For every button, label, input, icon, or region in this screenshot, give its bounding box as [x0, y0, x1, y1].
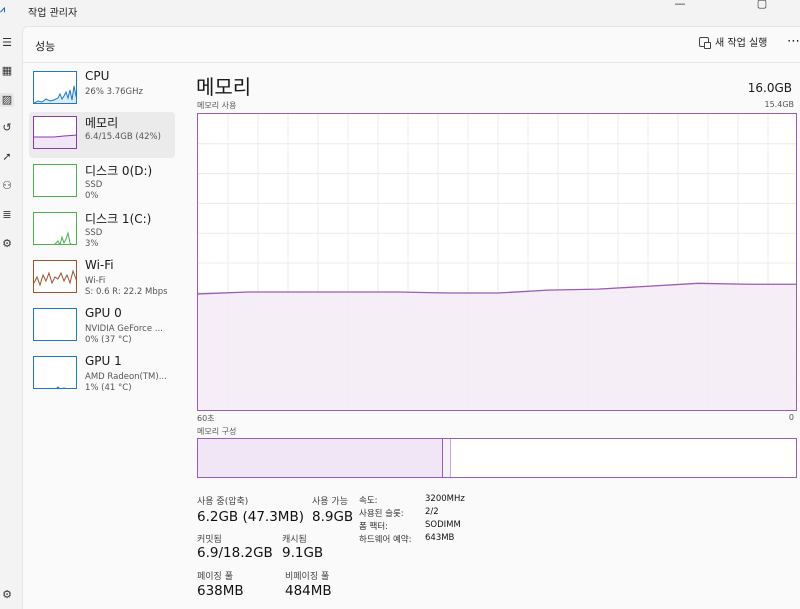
app-history-icon[interactable]: ↺: [0, 121, 14, 135]
window-title: 작업 관리자: [28, 8, 78, 19]
resource-item-wifi[interactable]: Wi-Fi Wi-Fi S: 0.6 R: 22.2 Mbps: [29, 256, 175, 302]
resource-model: NVIDIA GeForce ...: [85, 324, 163, 334]
gpu0-thumbnail: [33, 308, 77, 341]
available-label: 사용 가능: [312, 497, 348, 507]
startup-icon[interactable]: ➚: [0, 150, 14, 164]
nonpaged-pool-value: 484MB: [285, 583, 332, 599]
resource-item-gpu-0[interactable]: GPU 0 NVIDIA GeForce ... 0% (37 °C): [29, 304, 175, 350]
nonpaged-pool-label: 비페이징 풀: [285, 572, 330, 582]
wifi-thumbnail: [33, 260, 77, 293]
resource-item-cpu[interactable]: CPU 26% 3.76GHz: [29, 67, 175, 113]
memory-thumbnail-graph: [34, 134, 76, 148]
committed-label: 커밋됨: [197, 535, 222, 545]
axis-label-right: 0: [788, 413, 794, 422]
wifi-thumbnail-graph: [34, 269, 76, 287]
slots-used-label: 사용된 슬롯:: [359, 509, 404, 519]
form-factor-label: 폼 팩터:: [359, 522, 389, 532]
performance-icon[interactable]: ▨: [0, 93, 14, 107]
memory-usage-max: 15.4GB: [764, 100, 795, 109]
resource-detail: 6.4/15.4GB (42%): [85, 132, 161, 142]
memory-usage-chart: [198, 114, 796, 410]
resource-name: 디스크 0(D:): [85, 164, 153, 178]
resource-name: CPU: [85, 69, 110, 83]
resource-name: Wi-Fi: [85, 258, 114, 272]
cached-value: 9.1GB: [282, 545, 324, 561]
disk1-thumbnail: [33, 212, 77, 245]
maximize-button[interactable]: ▢: [742, 0, 782, 12]
disk1-thumbnail-graph: [54, 231, 72, 244]
details-icon[interactable]: ≣: [0, 208, 14, 222]
gpu1-thumbnail-graph: [56, 386, 67, 388]
gpu1-thumbnail: [33, 356, 77, 389]
task-manager-icon: ⩘: [0, 5, 6, 15]
header: 성능 새 작업 실행 ⋯: [23, 27, 800, 63]
speed-value: 3200MHz: [425, 494, 465, 504]
resource-throughput: S: 0.6 R: 22.2 Mbps: [85, 287, 168, 297]
paged-pool-label: 페이징 풀: [197, 572, 233, 582]
resource-name: 메모리: [85, 116, 119, 130]
cached-label: 캐시됨: [282, 535, 307, 545]
resource-type: SSD: [85, 180, 103, 190]
resource-name: GPU 0: [85, 306, 122, 320]
new-task-icon: [699, 37, 711, 49]
resource-usage: 0% (37 °C): [85, 335, 132, 345]
in-use-label: 사용 중(압축): [197, 497, 249, 507]
memory-thumbnail: [33, 116, 77, 149]
title-bar: ⩘ 작업 관리자 — ▢: [0, 0, 800, 26]
form-factor-value: SODIMM: [425, 520, 461, 530]
users-icon[interactable]: ⚇: [0, 179, 14, 193]
committed-value: 6.9/18.2GB: [197, 545, 273, 561]
nav-rail: ☰ ▦ ▨ ↺ ➚ ⚇ ≣ ⚙ ⚙: [0, 26, 22, 609]
resource-item-gpu-1[interactable]: GPU 1 AMD Radeon(TM)... 1% (41 °C): [29, 352, 175, 398]
minimize-button[interactable]: —: [660, 0, 700, 12]
paged-pool-value: 638MB: [197, 583, 244, 599]
resource-name: GPU 1: [85, 354, 122, 368]
menu-icon[interactable]: ☰: [0, 36, 14, 50]
speed-label: 속도:: [359, 496, 378, 506]
in-use-value: 6.2GB (47.3MB): [197, 509, 304, 525]
run-new-task-label: 새 작업 실행: [715, 38, 768, 49]
memory-total: 16.0GB: [747, 81, 792, 95]
more-options-button[interactable]: ⋯: [787, 34, 800, 49]
resource-type: SSD: [85, 228, 103, 238]
main-panel: 성능 새 작업 실행 ⋯ CPU 26% 3.76GHz 메모리 6.4/15.…: [22, 26, 800, 609]
memory-in-use-segment: [198, 439, 443, 477]
run-new-task-button[interactable]: 새 작업 실행: [699, 36, 767, 52]
resource-item-memory[interactable]: 메모리 6.4/15.4GB (42%): [29, 112, 175, 158]
memory-usage-graph: [197, 113, 797, 411]
hardware-reserved-label: 하드웨어 예약:: [359, 535, 412, 545]
hardware-reserved-value: 643MB: [425, 533, 455, 543]
cpu-thumbnail-graph: [34, 85, 76, 103]
disk0-thumbnail: [33, 164, 77, 197]
resource-usage: 1% (41 °C): [85, 383, 132, 393]
memory-modified-segment: [443, 439, 451, 477]
settings-icon[interactable]: ⚙: [0, 588, 14, 602]
resource-usage: 0%: [85, 191, 99, 201]
memory-composition-label: 메모리 구성: [197, 427, 237, 436]
resource-item-disk-0[interactable]: 디스크 0(D:) SSD 0%: [29, 160, 175, 206]
slots-used-value: 2/2: [425, 507, 439, 517]
services-icon[interactable]: ⚙: [0, 237, 14, 251]
resource-item-disk-1[interactable]: 디스크 1(C:) SSD 3%: [29, 208, 175, 254]
memory-composition-bar: [197, 438, 797, 478]
page-title: 성능: [35, 40, 56, 53]
resource-name: 디스크 1(C:): [85, 212, 152, 226]
detail-title: 메모리: [196, 75, 252, 99]
cpu-thumbnail: [33, 71, 77, 104]
resource-detail: 26% 3.76GHz: [85, 87, 143, 97]
processes-icon[interactable]: ▦: [0, 64, 14, 78]
resource-type: Wi-Fi: [85, 276, 106, 286]
resource-usage: 3%: [85, 239, 99, 249]
available-value: 8.9GB: [312, 509, 354, 525]
axis-label-left: 60초: [197, 414, 215, 423]
memory-usage-label: 메모리 사용: [197, 101, 237, 110]
memory-usage-area: [198, 283, 796, 410]
resource-model: AMD Radeon(TM)...: [85, 372, 167, 382]
